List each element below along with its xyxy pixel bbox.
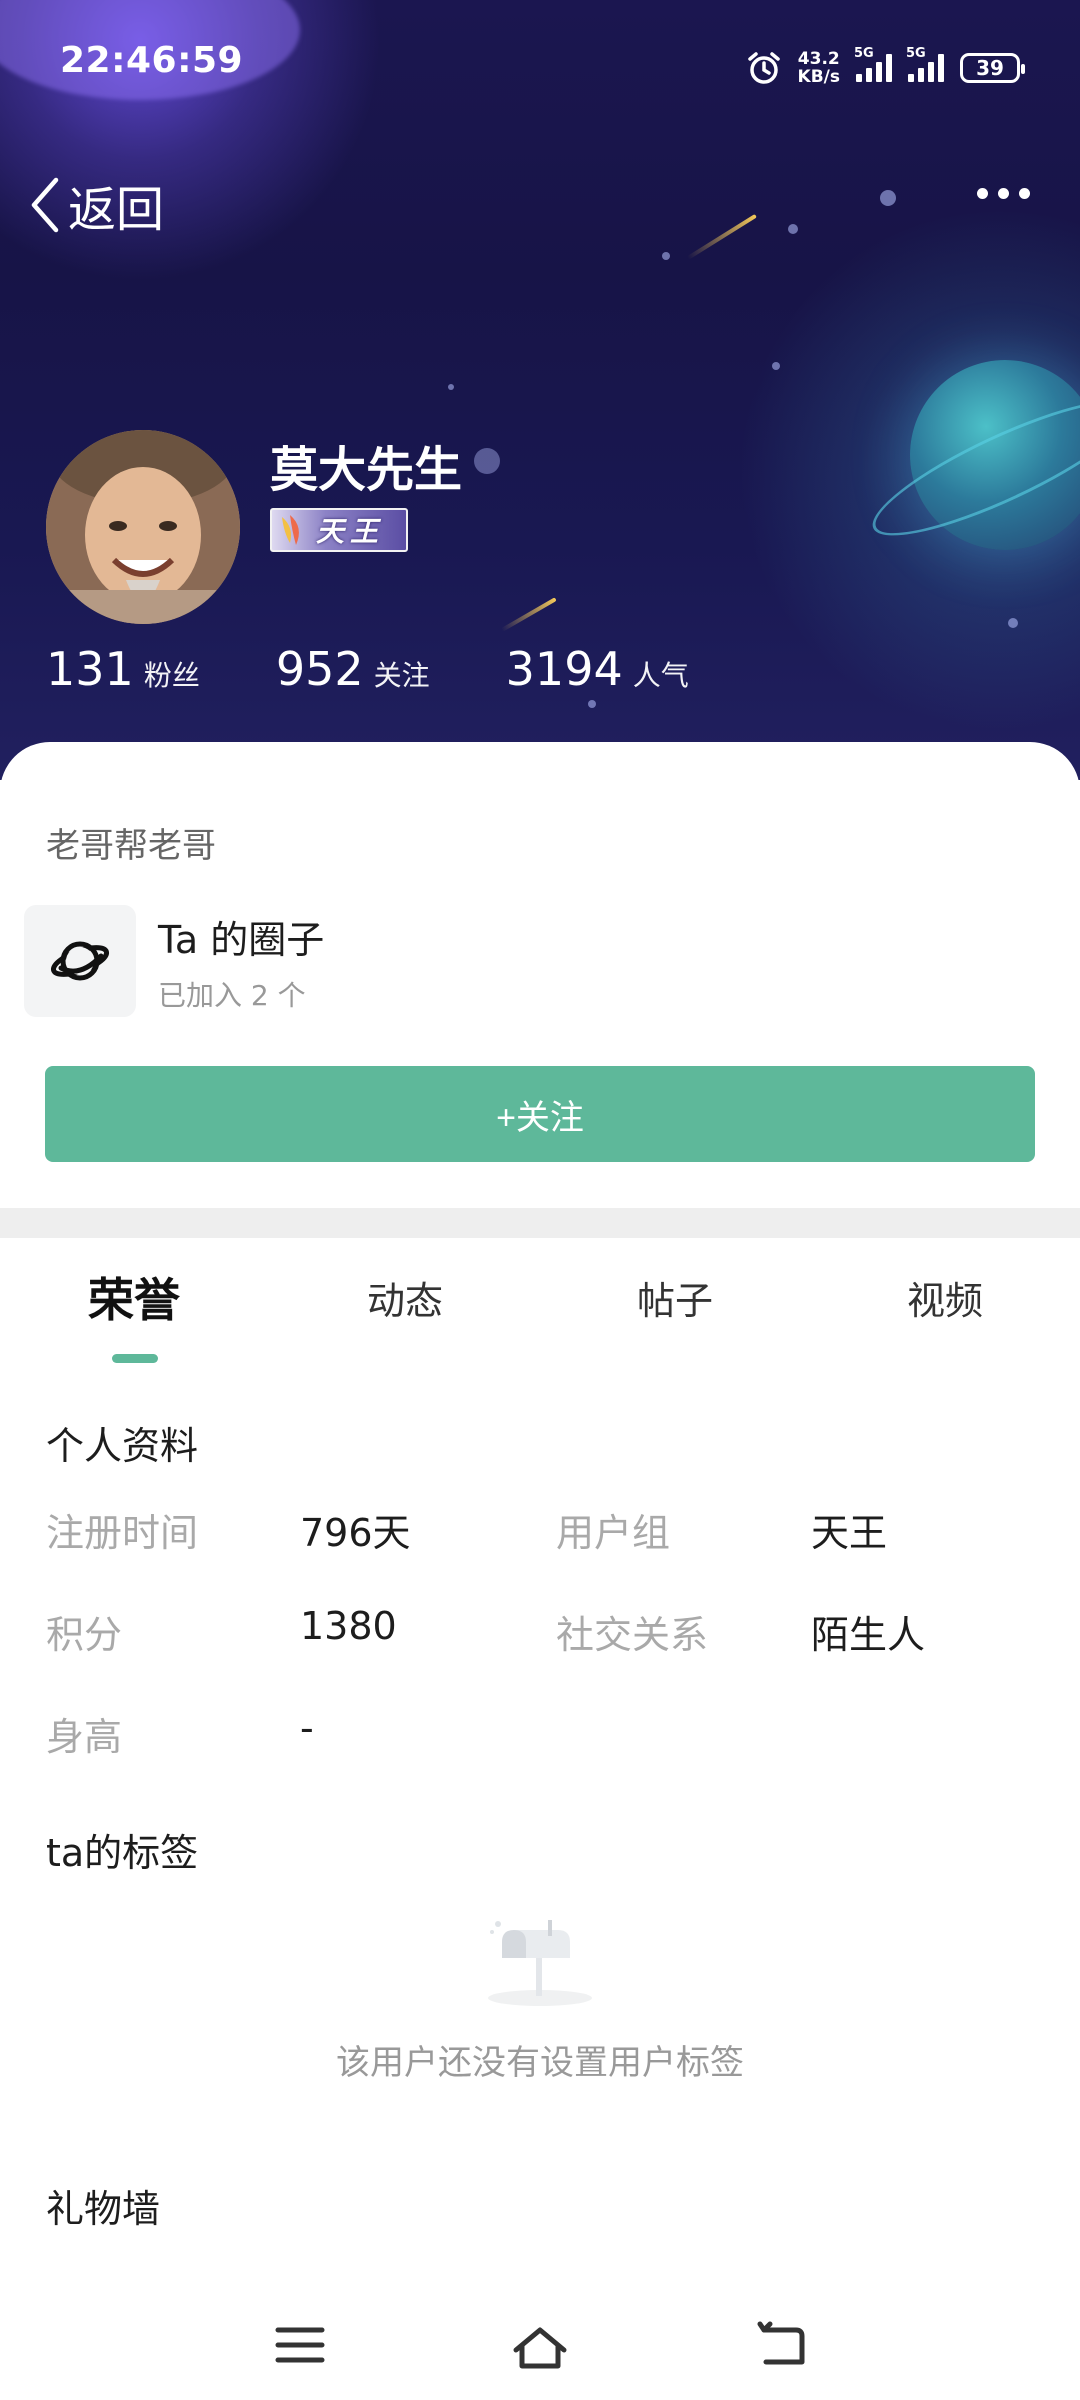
back-label: 返回 [68, 182, 165, 238]
stat-followers[interactable]: 131 粉丝 [46, 642, 200, 696]
network-type-label: 5G [906, 46, 926, 61]
stat-value: 952 [275, 642, 364, 696]
planet-decoration [850, 340, 1080, 580]
stat-label: 关注 [373, 659, 430, 692]
more-dot-icon [998, 188, 1009, 199]
empty-tags-message: 该用户还没有设置用户标签 [336, 2043, 744, 2083]
username: 莫大先生 [270, 442, 463, 498]
tab-activity[interactable]: 动态 [315, 1270, 495, 1325]
profile-stats: 131 粉丝 952 关注 3194 人气 [46, 642, 689, 696]
info-label: 身高 [46, 1715, 123, 1759]
signal-icon-sim1: 5G [854, 46, 892, 82]
battery-level: 39 [976, 56, 1004, 80]
circles-count: 已加入 2 个 [158, 978, 306, 1012]
stat-popularity: 3194 人气 [506, 642, 689, 696]
more-dot-icon [1019, 188, 1030, 199]
follow-button[interactable]: +关注 [45, 1066, 1035, 1162]
system-navigation-bar [0, 2290, 1080, 2400]
network-speed-unit: KB/s [797, 67, 840, 87]
empty-mailbox-icon [488, 1920, 592, 2006]
stat-value: 131 [46, 642, 134, 696]
stat-label: 粉丝 [143, 659, 200, 692]
gift-wall-title: 礼物墙 [46, 2187, 161, 2231]
tab-honor[interactable]: 荣誉 [44, 1264, 224, 1330]
info-value: 796天 [300, 1511, 411, 1555]
active-tab-indicator [112, 1354, 158, 1363]
circles-title: Ta 的圈子 [158, 917, 325, 962]
network-type-label: 5G [854, 46, 874, 61]
info-label: 积分 [46, 1613, 123, 1657]
personal-info-title: 个人资料 [46, 1424, 199, 1468]
user-signature: 老哥帮老哥 [46, 826, 216, 866]
tab-posts[interactable]: 帖子 [585, 1270, 765, 1325]
alarm-icon [747, 52, 780, 84]
tags-title: ta的标签 [46, 1831, 199, 1875]
avatar-image [46, 430, 240, 624]
back-icon[interactable] [754, 2320, 810, 2372]
more-dot-icon [977, 188, 988, 199]
back-button[interactable]: 返回 [28, 170, 164, 240]
info-label: 注册时间 [46, 1511, 199, 1555]
stat-value: 3194 [505, 642, 623, 696]
stat-following[interactable]: 952 关注 [276, 642, 430, 696]
avatar[interactable] [46, 430, 240, 624]
network-speed: 43.2 KB/s [798, 50, 840, 86]
badge-text: 天王 [316, 515, 385, 548]
wing-icon [282, 515, 299, 545]
network-speed-value: 43.2 [797, 49, 840, 69]
planet-icon [24, 905, 136, 1017]
tab-videos[interactable]: 视频 [855, 1270, 1035, 1325]
user-group-badge[interactable]: 天王 [270, 508, 408, 552]
user-circles[interactable]: Ta 的圈子 已加入 2 个 [24, 905, 324, 1017]
info-value: 1380 [300, 1604, 397, 1648]
status-time: 22:46:59 [60, 40, 244, 81]
section-divider [0, 1208, 1080, 1238]
battery-icon: 39 [960, 53, 1025, 83]
info-value: 陌生人 [811, 1613, 926, 1657]
info-label: 社交关系 [556, 1613, 709, 1657]
more-options-button[interactable] [967, 178, 1040, 209]
info-label: 用户组 [556, 1511, 671, 1555]
chevron-left-icon [31, 177, 59, 233]
home-icon[interactable] [510, 2320, 570, 2372]
status-icons: 43.2 KB/s 5G 5G 39 [746, 46, 1025, 86]
info-value: 天王 [811, 1511, 888, 1555]
stat-label: 人气 [632, 659, 689, 692]
menu-icon[interactable] [272, 2320, 328, 2370]
info-value: - [300, 1706, 314, 1750]
profile-tabs: 荣誉 动态 帖子 视频 [0, 1270, 1080, 1370]
signal-icon-sim2: 5G [906, 46, 944, 82]
